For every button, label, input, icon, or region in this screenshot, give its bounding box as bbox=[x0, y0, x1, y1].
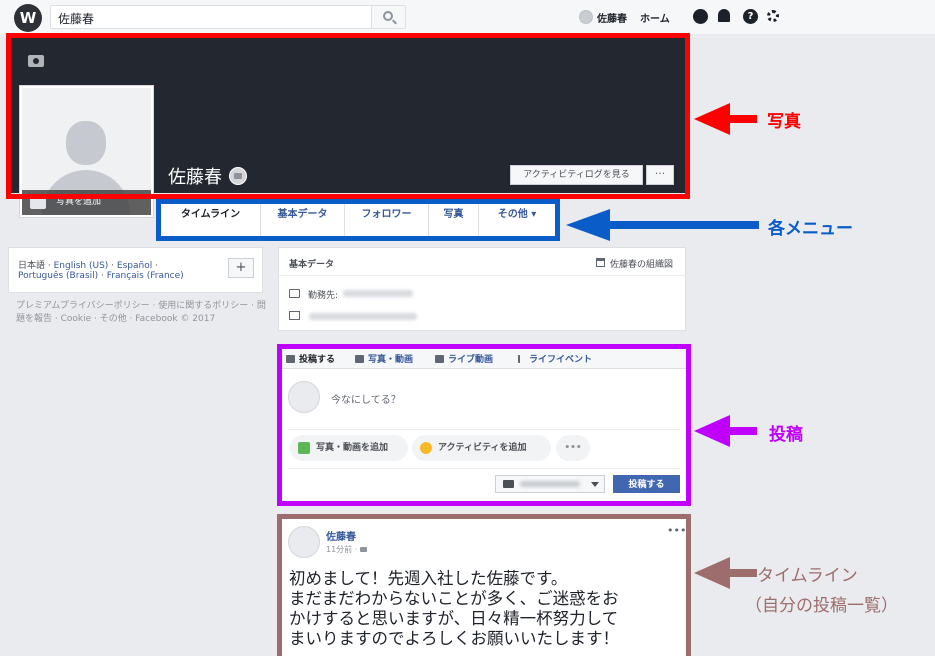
language-english[interactable]: English (US) bbox=[54, 261, 109, 271]
language-box: 日本語 · English (US) · Español · Português… bbox=[8, 247, 263, 293]
language-current: 日本語 bbox=[18, 261, 46, 271]
bell-icon[interactable] bbox=[718, 9, 730, 22]
org-chart-link[interactable]: 佐藤春の組織図 bbox=[596, 257, 673, 270]
basic-data-title: 基本データ bbox=[289, 260, 335, 270]
help-icon[interactable]: ? bbox=[743, 9, 758, 24]
add-language-button[interactable]: + bbox=[228, 258, 254, 278]
mail-icon bbox=[289, 311, 300, 320]
search-icon bbox=[383, 11, 393, 21]
basic-data-card: 基本データ 佐藤春の組織図 勤務先: bbox=[278, 247, 686, 331]
post-label: 投稿 bbox=[769, 425, 803, 445]
search-value: 佐藤春 bbox=[58, 12, 95, 26]
top-bar: W 佐藤春 佐藤春 ホーム ? bbox=[0, 0, 935, 34]
footer-links[interactable]: プレミアムプライバシーポリシー · 使用に関するポリシー · 問題を報告 · C… bbox=[16, 300, 266, 326]
photo-arrow-head bbox=[694, 103, 730, 135]
menu-arrow-shaft bbox=[609, 221, 759, 229]
search-input[interactable]: 佐藤春 bbox=[50, 5, 406, 29]
language-french[interactable]: Français (France) bbox=[107, 271, 184, 281]
language-spanish[interactable]: Español bbox=[117, 261, 152, 271]
org-chart-label: 佐藤春の組織図 bbox=[610, 260, 674, 270]
divider bbox=[279, 275, 685, 276]
redacted-company bbox=[343, 290, 413, 297]
photo-highlight-box bbox=[6, 33, 690, 199]
language-list-2: Português (Brasil) · Français (France) bbox=[18, 271, 184, 281]
menu-arrow-head bbox=[566, 209, 610, 241]
workplace-logo[interactable]: W bbox=[14, 4, 42, 32]
post-arrow-shaft bbox=[729, 427, 757, 435]
post-highlight-box bbox=[277, 344, 691, 506]
profile-link[interactable]: 佐藤春 bbox=[597, 10, 627, 25]
gear-icon[interactable] bbox=[767, 10, 779, 22]
language-portuguese[interactable]: Português (Brasil) bbox=[18, 271, 98, 281]
menu-highlight-box bbox=[156, 199, 560, 241]
briefcase-icon bbox=[289, 289, 300, 298]
timeline-label: タイムライン bbox=[757, 566, 858, 586]
photo-label: 写真 bbox=[767, 112, 801, 132]
timeline-arrow-shaft bbox=[729, 569, 757, 577]
chat-icon[interactable] bbox=[693, 9, 708, 24]
timeline-sublabel: （自分の投稿一覧） bbox=[745, 596, 898, 616]
menu-label: 各メニュー bbox=[768, 219, 853, 239]
home-link[interactable]: ホーム bbox=[640, 10, 670, 25]
photo-arrow-shaft bbox=[729, 115, 757, 123]
search-button[interactable] bbox=[371, 6, 405, 28]
language-list: 日本語 · English (US) · Español · bbox=[18, 261, 158, 271]
redacted-email bbox=[309, 313, 417, 320]
org-chart-icon bbox=[596, 258, 605, 267]
timeline-highlight-box bbox=[277, 514, 691, 656]
timeline-arrow-head bbox=[694, 557, 730, 589]
post-arrow-head bbox=[694, 415, 730, 447]
work-label: 勤務先: bbox=[308, 291, 339, 301]
avatar[interactable] bbox=[579, 10, 593, 24]
